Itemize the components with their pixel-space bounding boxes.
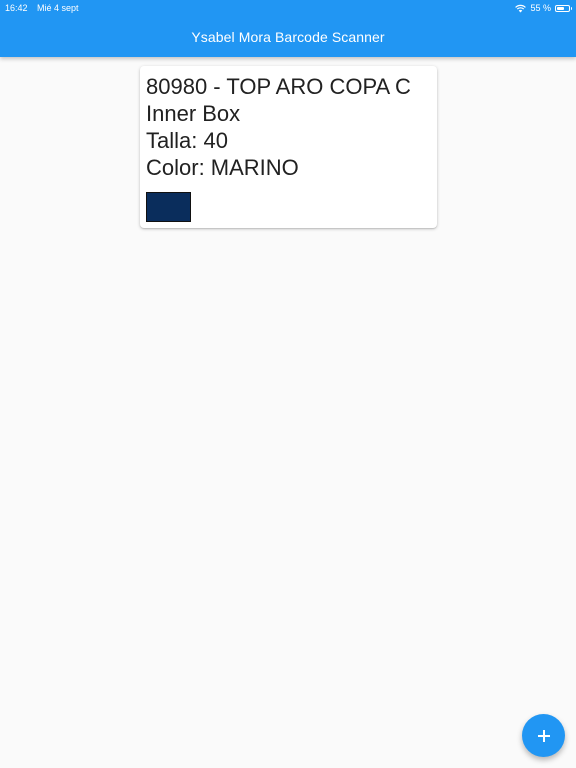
status-indicators: 55 %: [515, 0, 572, 16]
app-title: Ysabel Mora Barcode Scanner: [191, 28, 385, 45]
battery-percent: 55 %: [530, 3, 551, 13]
app-header: 16:42 Mié 4 sept 55 % Ysabel Mora Barcod…: [0, 0, 576, 57]
item-color-label: Color: MARINO: [146, 155, 299, 180]
scanned-item-card[interactable]: 80980 - TOP ARO COPA C Inner Box Talla: …: [140, 66, 437, 228]
item-package: Inner Box: [146, 101, 241, 126]
battery-icon: [555, 4, 572, 12]
add-scan-button[interactable]: [522, 714, 565, 757]
color-swatch: [146, 192, 191, 222]
status-bar: 16:42 Mié 4 sept 55 %: [0, 0, 576, 16]
item-size: Talla: 40: [146, 128, 228, 153]
status-date: Mié 4 sept: [37, 3, 79, 13]
item-title: 80980 - TOP ARO COPA C: [146, 74, 411, 99]
wifi-icon: [515, 4, 527, 12]
status-time: 16:42: [5, 3, 28, 13]
app-screen: 16:42 Mié 4 sept 55 % Ysabel Mora Barcod…: [0, 0, 576, 768]
plus-icon: [537, 729, 550, 742]
battery-level-fill: [557, 6, 565, 10]
